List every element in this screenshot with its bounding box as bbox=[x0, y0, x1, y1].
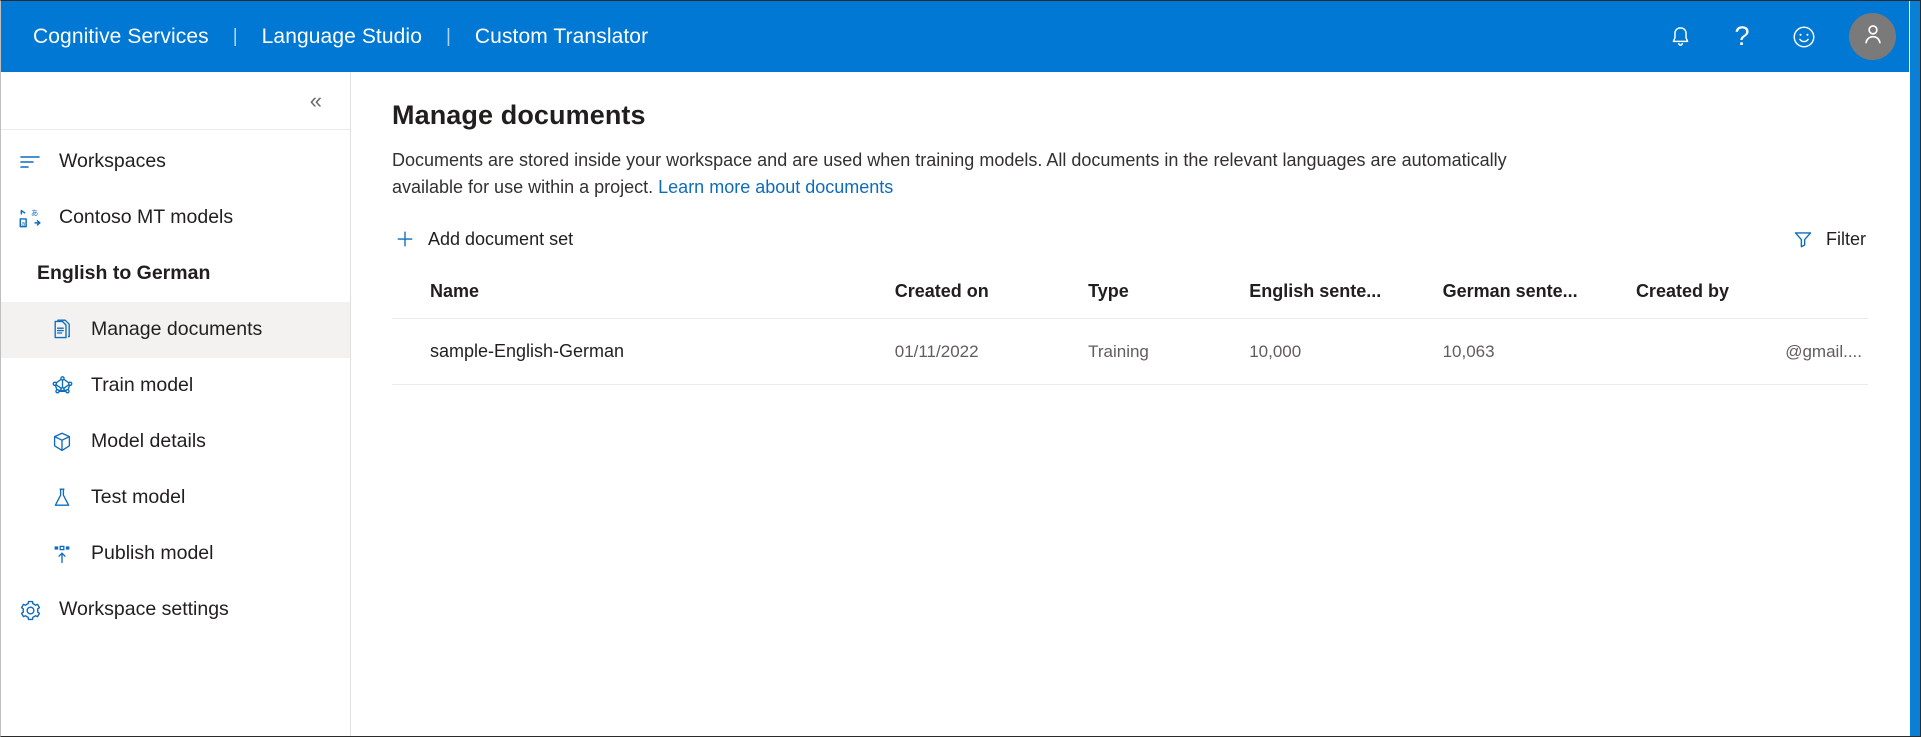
breadcrumb-cognitive-services[interactable]: Cognitive Services bbox=[33, 25, 209, 49]
translate-icon: a あ bbox=[15, 203, 45, 233]
right-edge-strip bbox=[1909, 1, 1920, 736]
svg-text:a: a bbox=[21, 220, 25, 227]
sidebar-item-label: Train model bbox=[91, 374, 194, 397]
sidebar-item-train-model[interactable]: Train model bbox=[1, 358, 350, 414]
global-header: Cognitive Services | Language Studio | C… bbox=[1, 1, 1920, 72]
app-window: Cognitive Services | Language Studio | C… bbox=[0, 0, 1921, 737]
svg-text:あ: あ bbox=[30, 208, 38, 217]
command-bar: Add document set Filter bbox=[352, 201, 1910, 255]
column-header-german-sentences[interactable]: German sente... bbox=[1442, 265, 1636, 319]
cell-german-sentences: 10,063 bbox=[1442, 318, 1636, 385]
breadcrumb-separator-1: | bbox=[232, 25, 238, 47]
cell-created-on: 01/11/2022 bbox=[894, 318, 1089, 385]
smiley-icon bbox=[1791, 24, 1817, 50]
collapse-chevron-icon[interactable]: « bbox=[304, 86, 328, 116]
sidebar: « Workspaces a あ Contoso MT models Engli… bbox=[1, 72, 351, 736]
package-icon bbox=[47, 427, 77, 457]
column-header-english-sentences[interactable]: English sente... bbox=[1249, 265, 1443, 319]
sidebar-item-label: Workspaces bbox=[59, 150, 166, 173]
header-actions: ? bbox=[1649, 1, 1920, 72]
person-icon bbox=[1860, 21, 1886, 52]
column-header-type[interactable]: Type bbox=[1088, 265, 1250, 319]
sidebar-item-label: Workspace settings bbox=[59, 598, 229, 621]
breadcrumb: Cognitive Services | Language Studio | C… bbox=[1, 25, 648, 49]
table-header-row: Name Created on Type English sente... Ge… bbox=[392, 265, 1868, 319]
cell-name: sample-English-German bbox=[392, 318, 895, 385]
avatar[interactable] bbox=[1849, 13, 1896, 60]
sidebar-item-manage-documents[interactable]: Manage documents bbox=[1, 302, 350, 358]
sidebar-item-label: Publish model bbox=[91, 542, 214, 565]
sidebar-item-label: Manage documents bbox=[91, 318, 263, 341]
question-mark-icon: ? bbox=[1734, 21, 1750, 51]
network-icon bbox=[47, 371, 77, 401]
document-icon bbox=[47, 315, 77, 345]
sidebar-group-label: English to German bbox=[37, 262, 211, 285]
filter-button[interactable]: Filter bbox=[1790, 222, 1868, 256]
gear-icon bbox=[15, 595, 45, 625]
sidebar-nav: Workspaces a あ Contoso MT models English… bbox=[1, 130, 350, 638]
notifications-button[interactable] bbox=[1649, 1, 1711, 72]
sidebar-item-workspaces[interactable]: Workspaces bbox=[1, 134, 350, 190]
feedback-button[interactable] bbox=[1773, 1, 1835, 72]
page-title: Manage documents bbox=[392, 100, 646, 130]
help-button[interactable]: ? bbox=[1711, 1, 1773, 72]
sidebar-group-english-to-german: English to German bbox=[1, 246, 350, 302]
documents-table: Name Created on Type English sente... Ge… bbox=[392, 265, 1868, 385]
filter-label: Filter bbox=[1826, 228, 1866, 249]
column-header-created-on[interactable]: Created on bbox=[894, 265, 1089, 319]
plus-icon bbox=[394, 228, 416, 250]
cell-english-sentences: 10,000 bbox=[1249, 318, 1443, 385]
sidebar-collapse-row: « bbox=[1, 72, 350, 130]
breadcrumb-custom-translator[interactable]: Custom Translator bbox=[475, 25, 648, 49]
page-description: Documents are stored inside your workspa… bbox=[352, 131, 1602, 201]
column-header-created-by[interactable]: Created by bbox=[1635, 265, 1868, 319]
cell-created-by: @gmail.... bbox=[1635, 318, 1868, 385]
publish-icon bbox=[47, 539, 77, 569]
flask-icon bbox=[47, 483, 77, 513]
column-header-name[interactable]: Name bbox=[392, 265, 895, 319]
sidebar-item-contoso-mt-models[interactable]: a あ Contoso MT models bbox=[1, 190, 350, 246]
sidebar-item-label: Contoso MT models bbox=[59, 206, 234, 229]
cell-type: Training bbox=[1088, 318, 1250, 385]
sidebar-item-label: Test model bbox=[91, 486, 186, 509]
list-icon bbox=[15, 147, 45, 177]
breadcrumb-language-studio[interactable]: Language Studio bbox=[262, 25, 422, 49]
bell-icon bbox=[1668, 24, 1693, 50]
main-content: Manage documents Documents are stored in… bbox=[352, 72, 1910, 736]
sidebar-item-workspace-settings[interactable]: Workspace settings bbox=[1, 582, 350, 638]
sidebar-item-model-details[interactable]: Model details bbox=[1, 414, 350, 470]
learn-more-link[interactable]: Learn more about documents bbox=[658, 177, 893, 197]
sidebar-item-label: Model details bbox=[91, 430, 206, 453]
sidebar-item-test-model[interactable]: Test model bbox=[1, 470, 350, 526]
breadcrumb-separator-2: | bbox=[445, 25, 451, 47]
page-description-text: Documents are stored inside your workspa… bbox=[392, 150, 1507, 197]
add-document-set-button[interactable]: Add document set bbox=[392, 222, 575, 256]
funnel-icon bbox=[1792, 228, 1814, 250]
sidebar-item-publish-model[interactable]: Publish model bbox=[1, 526, 350, 582]
add-document-set-label: Add document set bbox=[428, 228, 574, 249]
table-row[interactable]: sample-English-German 01/11/2022 Trainin… bbox=[392, 318, 1868, 385]
documents-table-wrapper: Name Created on Type English sente... Ge… bbox=[352, 255, 1910, 385]
